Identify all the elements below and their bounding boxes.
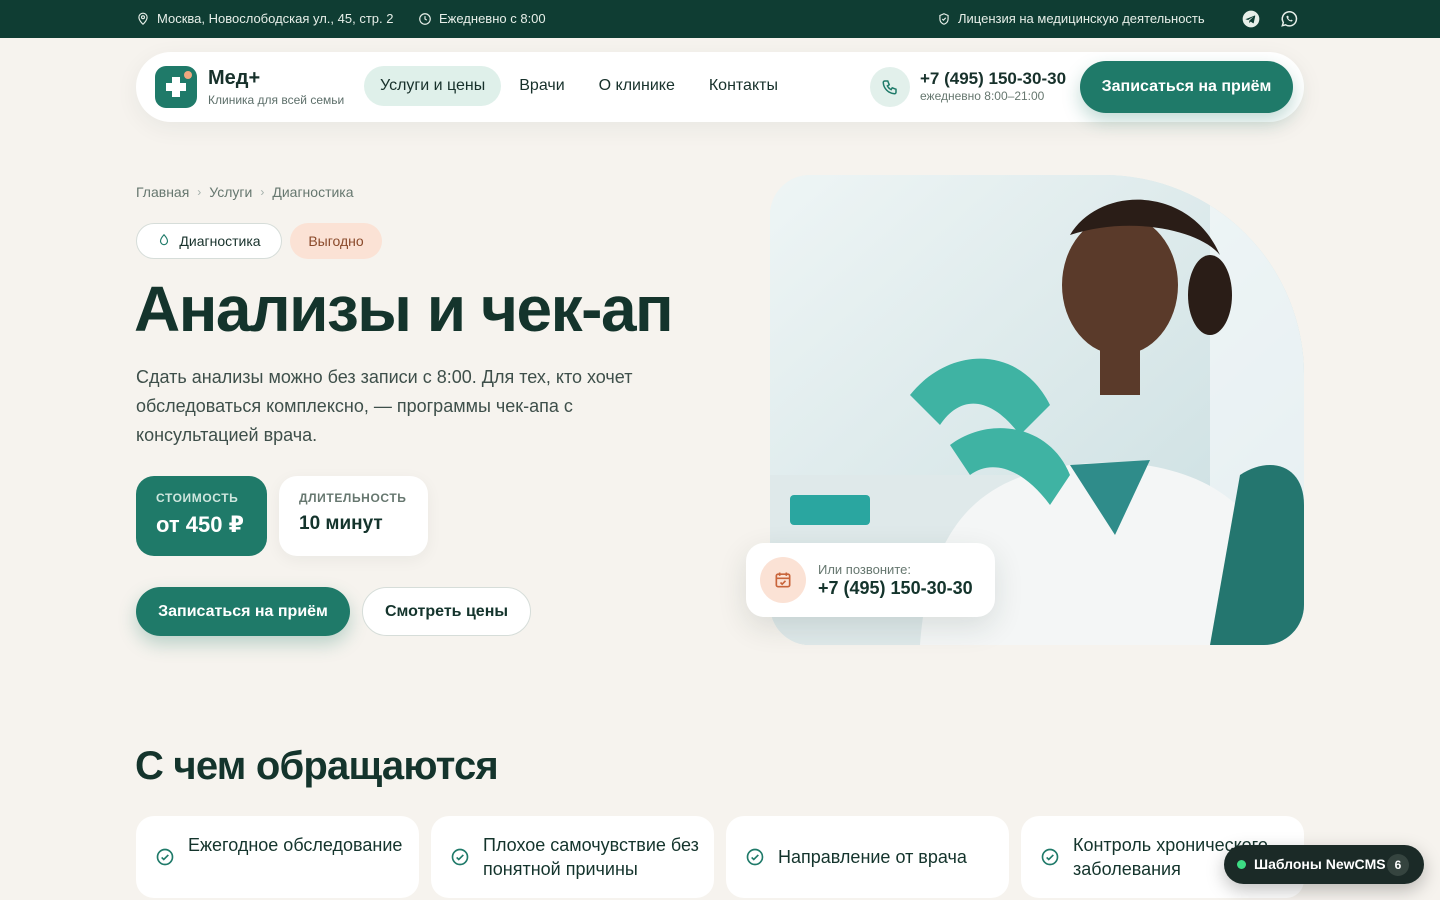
address: Москва, Новослободская ул., 45, стр. 2 [136, 11, 393, 26]
call-card-phone[interactable]: +7 (495) 150-30-30 [818, 578, 973, 599]
telegram-icon[interactable] [1241, 9, 1261, 29]
calendar-icon [760, 557, 806, 603]
logo-accent-dot [184, 71, 192, 79]
price-label: СТОИМОСТЬ [156, 491, 239, 505]
hero-description: Сдать анализы можно без записи с 8:00. Д… [136, 367, 633, 445]
view-prices-button[interactable]: Смотреть цены [362, 587, 531, 636]
check-circle-icon [155, 847, 175, 872]
reason-text: Направление от врача [778, 847, 967, 867]
nav-item-doctors[interactable]: Врачи [503, 66, 580, 106]
chevron-right-icon: › [197, 185, 202, 199]
breadcrumb: Главная › Услуги › Диагностика [136, 184, 354, 200]
chevron-right-icon: › [260, 185, 265, 199]
nav-item-services[interactable]: Услуги и цены [364, 66, 502, 106]
top-bar: Москва, Новослободская ул., 45, стр. 2 Е… [0, 0, 1440, 38]
call-card-label: Или позвоните: [818, 562, 911, 577]
check-circle-icon [745, 847, 765, 872]
reason-text: Ежегодное обследование [188, 835, 403, 855]
nav-item-about[interactable]: О клинике [583, 66, 691, 106]
logo-icon[interactable] [155, 66, 197, 108]
shield-icon [937, 12, 951, 26]
reason-card: Направление от врача [726, 816, 1009, 898]
logo-name[interactable]: Мед+ [208, 67, 260, 90]
clock-icon [418, 12, 432, 26]
templates-badge-count: 6 [1387, 854, 1409, 876]
duration-value: 10 минут [299, 513, 383, 534]
working-hours: Ежедневно с 8:00 [418, 11, 546, 26]
price-card: СТОИМОСТЬ от 450 ₽ [136, 476, 267, 556]
duration-label: ДЛИТЕЛЬНОСТЬ [299, 491, 407, 505]
header-phone-hours: ежедневно 8:00–21:00 [920, 89, 1045, 103]
category-tag-label: Диагностика [179, 233, 261, 249]
drop-icon [157, 233, 171, 250]
price-value: от 450 ₽ [156, 512, 244, 537]
call-card[interactable]: Или позвоните: +7 (495) 150-30-30 [746, 543, 995, 617]
main-header: Мед+ Клиника для всей семьи Услуги и цен… [136, 52, 1304, 122]
logo-subtitle: Клиника для всей семьи [208, 93, 345, 107]
phone-icon[interactable] [870, 67, 910, 107]
breadcrumb-current: Диагностика [272, 184, 354, 200]
reasons-title: С чем обращаются [135, 744, 499, 788]
templates-badge-label: Шаблоны NewCMS [1254, 856, 1386, 872]
check-circle-icon [450, 847, 470, 872]
license-text: Лицензия на медицинскую деятельность [958, 11, 1205, 26]
duration-card: ДЛИТЕЛЬНОСТЬ 10 минут [279, 476, 428, 556]
address-text: Москва, Новослободская ул., 45, стр. 2 [157, 11, 394, 26]
templates-badge[interactable]: Шаблоны NewCMS 6 [1224, 845, 1424, 884]
header-book-button[interactable]: Записаться на приём [1080, 61, 1293, 113]
reason-card: Ежегодное обследование [136, 816, 419, 898]
breadcrumb-services[interactable]: Услуги [209, 184, 252, 200]
hero-book-button[interactable]: Записаться на приём [136, 587, 350, 636]
nav-item-contacts[interactable]: Контакты [693, 66, 794, 106]
hours-text: Ежедневно с 8:00 [439, 11, 546, 26]
reason-card: Плохое самочувствие без понятной причины [431, 816, 714, 898]
pin-icon [136, 12, 150, 26]
whatsapp-icon[interactable] [1279, 9, 1299, 29]
check-circle-icon [1040, 847, 1060, 872]
category-tag: Диагностика [136, 223, 282, 259]
status-dot [1237, 860, 1246, 869]
header-phone[interactable]: +7 (495) 150-30-30 [920, 69, 1066, 89]
reason-text: Плохое самочувствие без понятной причины [483, 835, 699, 879]
breadcrumb-home[interactable]: Главная [136, 184, 189, 200]
promo-tag: Выгодно [290, 223, 382, 259]
license-link[interactable]: Лицензия на медицинскую деятельность [937, 11, 1205, 26]
main-nav: Услуги и цены Врачи О клинике Контакты [364, 66, 796, 106]
page-title: Анализы и чек-ап [134, 273, 674, 345]
